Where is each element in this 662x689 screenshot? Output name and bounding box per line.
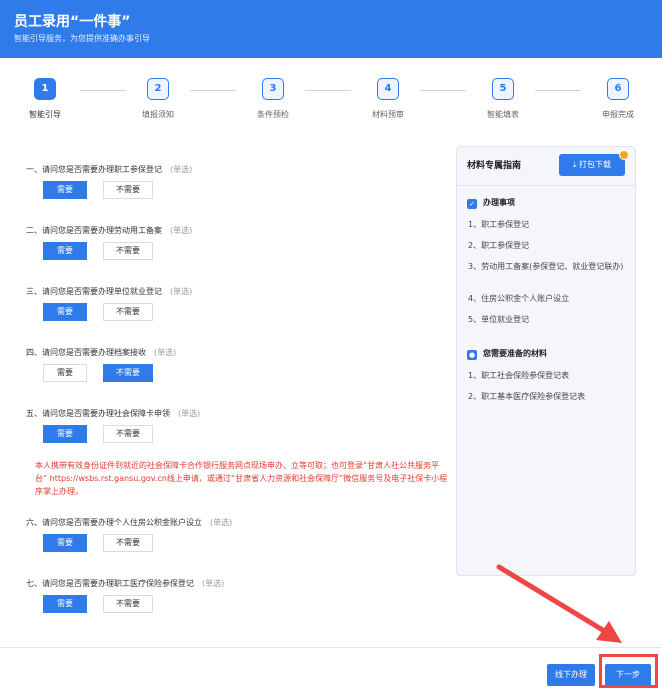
section-materials-heading: ● 您需要准备的材料: [467, 348, 547, 360]
question-hint: (单选): [170, 287, 193, 296]
question-hint: (单选): [154, 348, 177, 357]
step-label: 申报完成: [602, 110, 634, 119]
option-not-need[interactable]: 不需要: [103, 364, 153, 382]
question-text: 五、请问您是否需要办理社会保障卡申领: [26, 409, 170, 418]
matter-item: 4、住房公积金个人账户设立: [468, 294, 570, 303]
panel-title: 材料专属指南: [467, 161, 522, 171]
step-number: 5: [492, 78, 514, 100]
matter-item: 3、劳动用工备案(参保登记、就业登记联办): [468, 262, 624, 271]
step-4[interactable]: 4 材料预审: [348, 78, 428, 120]
question-7: 七、请问您是否需要办理职工医疗保险参保登记 (单选) 需要 不需要: [26, 578, 225, 613]
notification-badge: [619, 150, 629, 160]
material-item: 1、职工社会保险参保登记表: [468, 371, 570, 380]
question-4: 四、请问您是否需要办理档案接收 (单选) 需要 不需要: [26, 347, 177, 382]
annotation-highlight-box: [599, 654, 658, 688]
download-label: 打包下载: [579, 160, 612, 169]
section-matters-heading: ✓ 办理事项: [467, 197, 515, 209]
option-need[interactable]: 需要: [43, 303, 87, 321]
option-need[interactable]: 需要: [43, 534, 87, 552]
material-item: 2、职工基本医疗保险参保登记表: [468, 392, 586, 401]
option-not-need[interactable]: 不需要: [103, 534, 153, 552]
step-2[interactable]: 2 填报须知: [118, 78, 198, 120]
checklist-icon: ✓: [467, 199, 477, 209]
question-3: 三、请问您是否需要办理单位就业登记 (单选) 需要 不需要: [26, 286, 193, 321]
step-5[interactable]: 5 智能填表: [463, 78, 543, 120]
step-label: 填报须知: [142, 110, 174, 119]
question-text: 二、请问您是否需要办理劳动用工备案: [26, 226, 162, 235]
question-text: 七、请问您是否需要办理职工医疗保险参保登记: [26, 579, 194, 588]
page-subtitle: 智能引导服务，为您提供准确办事引导: [14, 34, 150, 43]
page-header: 员工录用“一件事” 智能引导服务，为您提供准确办事引导: [0, 0, 662, 58]
question-2: 二、请问您是否需要办理劳动用工备案 (单选) 需要 不需要: [26, 225, 193, 260]
option-not-need[interactable]: 不需要: [103, 303, 153, 321]
matter-item: 5、单位就业登记: [468, 315, 530, 324]
download-all-button[interactable]: ⤓ 打包下载: [559, 154, 625, 176]
step-3[interactable]: 3 条件预检: [233, 78, 313, 120]
matter-item: 1、职工参保登记: [468, 220, 530, 229]
question-6: 六、请问您是否需要办理个人住房公积金账户设立 (单选) 需要 不需要: [26, 517, 233, 552]
step-number: 4: [377, 78, 399, 100]
person-icon: ●: [467, 350, 477, 360]
footer-divider: [0, 647, 662, 648]
option-not-need[interactable]: 不需要: [103, 425, 153, 443]
option-not-need[interactable]: 不需要: [103, 181, 153, 199]
materials-guide-panel: 材料专属指南 ⤓ 打包下载 ✓ 办理事项 1、职工参保登记 2、职工参保登记 3、…: [456, 146, 637, 576]
question-hint: (单选): [210, 518, 233, 527]
step-label: 智能填表: [487, 110, 519, 119]
question-text: 六、请问您是否需要办理个人住房公积金账户设立: [26, 518, 202, 527]
step-number: 2: [147, 78, 169, 100]
question-hint: (单选): [178, 409, 201, 418]
option-not-need[interactable]: 不需要: [103, 595, 153, 613]
question-text: 一、请问您是否需要办理职工参保登记: [26, 165, 162, 174]
progress-steps: 1 智能引导 2 填报须知 3 条件预检 4 材料预审 5 智能填表 6 申报完…: [0, 78, 662, 128]
download-icon: ⤓: [572, 160, 577, 169]
step-label: 条件预检: [257, 110, 289, 119]
question-text: 四、请问您是否需要办理档案接收: [26, 348, 146, 357]
social-security-card-notice: 本人携带有效身份证件到就近的社会保障卡合作银行服务网点现场申办、立等可取；也可登…: [35, 461, 448, 496]
step-6[interactable]: 6 申报完成: [578, 78, 658, 120]
option-not-need[interactable]: 不需要: [103, 242, 153, 260]
page-title: 员工录用“一件事”: [14, 14, 131, 30]
question-text: 三、请问您是否需要办理单位就业登记: [26, 287, 162, 296]
option-need[interactable]: 需要: [43, 425, 87, 443]
step-1[interactable]: 1 智能引导: [5, 78, 85, 120]
section-title: 办理事项: [483, 198, 515, 207]
section-title: 您需要准备的材料: [483, 349, 547, 358]
step-number: 6: [607, 78, 629, 100]
question-1: 一、请问您是否需要办理职工参保登记 (单选) 需要 不需要: [26, 164, 193, 199]
option-need[interactable]: 需要: [43, 181, 87, 199]
option-need[interactable]: 需要: [43, 364, 87, 382]
question-5: 五、请问您是否需要办理社会保障卡申领 (单选) 需要 不需要: [26, 408, 201, 443]
question-hint: (单选): [170, 165, 193, 174]
question-hint: (单选): [202, 579, 225, 588]
step-label: 智能引导: [29, 110, 61, 119]
offline-handle-button[interactable]: 线下办理: [547, 664, 595, 686]
option-need[interactable]: 需要: [43, 242, 87, 260]
step-number: 1: [34, 78, 56, 100]
step-label: 材料预审: [372, 110, 404, 119]
panel-divider: [457, 185, 637, 186]
matter-item: 2、职工参保登记: [468, 241, 530, 250]
question-hint: (单选): [170, 226, 193, 235]
option-need[interactable]: 需要: [43, 595, 87, 613]
step-number: 3: [262, 78, 284, 100]
